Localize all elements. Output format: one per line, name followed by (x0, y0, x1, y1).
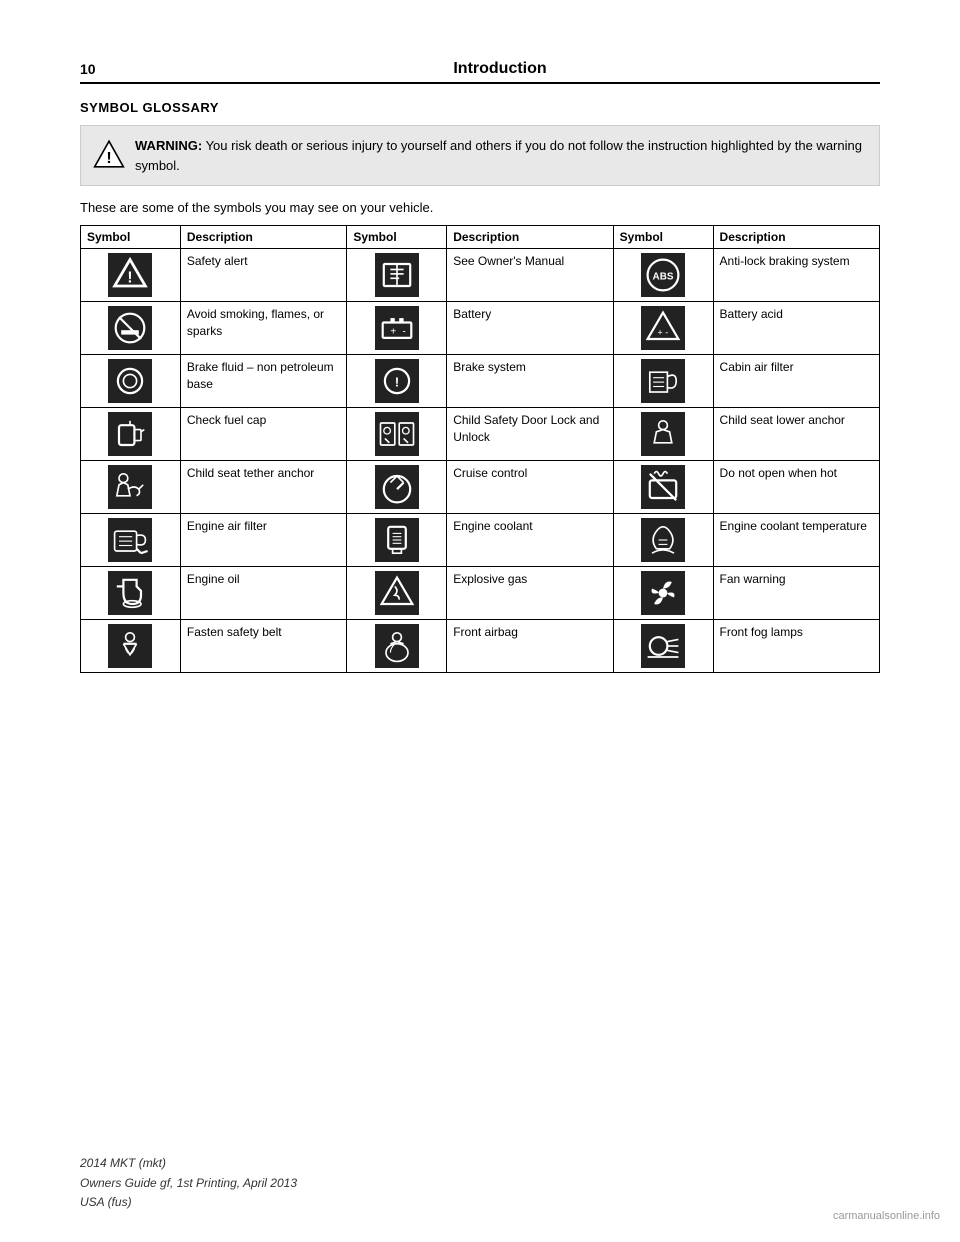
symbol-cell-0-3: ABS (613, 249, 713, 302)
col-header-desc3: Description (713, 226, 879, 249)
col-header-desc1: Description (180, 226, 346, 249)
warning-label: WARNING: (135, 138, 202, 153)
warning-box: ! WARNING: You risk death or serious inj… (80, 125, 880, 186)
col-header-desc2: Description (447, 226, 613, 249)
desc-cell-2-1: Brake fluid – non petroleum base (180, 355, 346, 408)
svg-text:+: + (390, 327, 396, 338)
warning-body: You risk death or serious injury to your… (135, 138, 862, 173)
desc-cell-0-3: Anti-lock braking system (713, 249, 879, 302)
symbol-cell-2-2: ! (347, 355, 447, 408)
symbol-cell-1-3: + - (613, 302, 713, 355)
desc-cell-6-2: Explosive gas (447, 567, 613, 620)
table-row: Check fuel cap Child Safety Door Lock an… (81, 408, 880, 461)
warning-icon: ! (93, 138, 125, 170)
symbol-cell-0-2 (347, 249, 447, 302)
desc-cell-7-2: Front airbag (447, 620, 613, 673)
desc-cell-3-1: Check fuel cap (180, 408, 346, 461)
footer: 2014 MKT (mkt) Owners Guide gf, 1st Prin… (80, 1154, 297, 1212)
desc-cell-3-2: Child Safety Door Lock and Unlock (447, 408, 613, 461)
svg-text:-: - (665, 328, 668, 338)
symbol-cell-2-3 (613, 355, 713, 408)
svg-text:!: ! (106, 150, 111, 167)
symbol-cell-6-2 (347, 567, 447, 620)
desc-cell-2-2: Brake system (447, 355, 613, 408)
table-row: Child seat tether anchor Cruise control … (81, 461, 880, 514)
symbol-cell-7-3 (613, 620, 713, 673)
symbol-cell-3-1 (81, 408, 181, 461)
symbol-cell-4-3 (613, 461, 713, 514)
symbol-cell-0-1: ! (81, 249, 181, 302)
desc-cell-7-3: Front fog lamps (713, 620, 879, 673)
symbol-cell-6-1 (81, 567, 181, 620)
desc-cell-3-3: Child seat lower anchor (713, 408, 879, 461)
svg-text:+: + (658, 328, 663, 338)
svg-text:ABS: ABS (653, 271, 674, 282)
symbol-cell-3-2 (347, 408, 447, 461)
desc-cell-4-1: Child seat tether anchor (180, 461, 346, 514)
intro-text: These are some of the symbols you may se… (80, 200, 880, 215)
desc-cell-5-3: Engine coolant temperature (713, 514, 879, 567)
desc-cell-6-1: Engine oil (180, 567, 346, 620)
desc-cell-2-3: Cabin air filter (713, 355, 879, 408)
footer-line3: USA (fus) (80, 1193, 297, 1212)
symbol-cell-7-1 (81, 620, 181, 673)
table-header-row: Symbol Description Symbol Description Sy… (81, 226, 880, 249)
page-number: 10 (80, 61, 120, 77)
svg-text:-: - (402, 327, 405, 338)
desc-cell-4-2: Cruise control (447, 461, 613, 514)
symbol-cell-3-3 (613, 408, 713, 461)
svg-text:!: ! (128, 270, 133, 287)
page-title: Introduction (120, 60, 880, 78)
warning-text: WARNING: You risk death or serious injur… (135, 136, 867, 175)
desc-cell-0-1: Safety alert (180, 249, 346, 302)
footer-line1: 2014 MKT (mkt) (80, 1154, 297, 1173)
col-header-symbol3: Symbol (613, 226, 713, 249)
symbol-cell-5-2 (347, 514, 447, 567)
section-title: SYMBOL GLOSSARY (80, 100, 880, 115)
svg-text:!: ! (395, 375, 399, 390)
symbol-cell-4-2 (347, 461, 447, 514)
table-row: Engine oil Explosive gas Fan warning (81, 567, 880, 620)
desc-cell-0-2: See Owner's Manual (447, 249, 613, 302)
table-row: Brake fluid – non petroleum base ! Brake… (81, 355, 880, 408)
desc-cell-1-3: Battery acid (713, 302, 879, 355)
symbol-cell-5-1 (81, 514, 181, 567)
table-row: Avoid smoking, flames, or sparks + - Bat… (81, 302, 880, 355)
symbol-cell-1-2: + - (347, 302, 447, 355)
table-row: ! Safety alert See Owner's Manual ABS An… (81, 249, 880, 302)
symbol-cell-7-2 (347, 620, 447, 673)
symbol-cell-4-1 (81, 461, 181, 514)
desc-cell-1-2: Battery (447, 302, 613, 355)
footer-line2: Owners Guide gf, 1st Printing, April 201… (80, 1174, 297, 1193)
desc-cell-5-1: Engine air filter (180, 514, 346, 567)
symbol-cell-2-1 (81, 355, 181, 408)
page-header: 10 Introduction (80, 60, 880, 84)
table-row: Fasten safety belt Front airbag Front fo… (81, 620, 880, 673)
symbol-cell-5-3 (613, 514, 713, 567)
desc-cell-5-2: Engine coolant (447, 514, 613, 567)
symbol-cell-6-3 (613, 567, 713, 620)
desc-cell-7-1: Fasten safety belt (180, 620, 346, 673)
desc-cell-4-3: Do not open when hot (713, 461, 879, 514)
table-row: Engine air filter Engine coolant Engine … (81, 514, 880, 567)
page-container: 10 Introduction SYMBOL GLOSSARY ! WARNIN… (0, 0, 960, 1242)
desc-cell-6-3: Fan warning (713, 567, 879, 620)
col-header-symbol2: Symbol (347, 226, 447, 249)
symbol-table: Symbol Description Symbol Description Sy… (80, 225, 880, 673)
desc-cell-1-1: Avoid smoking, flames, or sparks (180, 302, 346, 355)
symbol-cell-1-1 (81, 302, 181, 355)
col-header-symbol1: Symbol (81, 226, 181, 249)
watermark: carmanualsonline.info (833, 1210, 940, 1222)
